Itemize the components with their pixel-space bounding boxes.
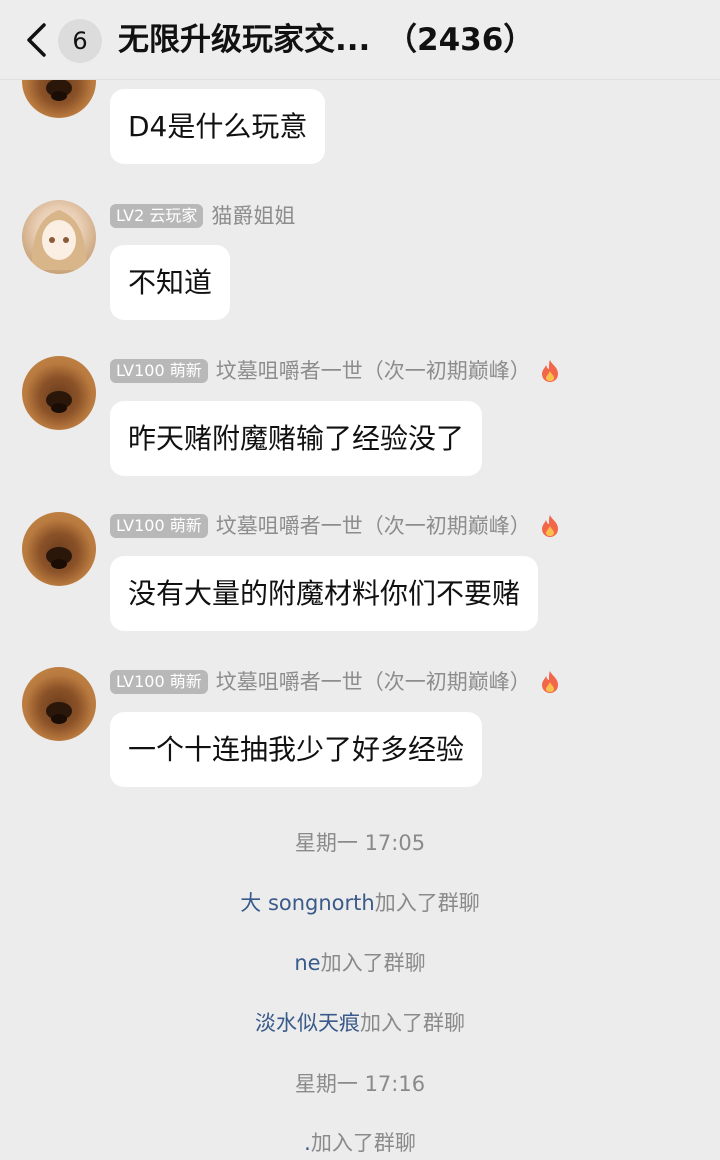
back-chevron-icon[interactable] — [22, 22, 52, 58]
avatar[interactable] — [22, 512, 96, 586]
sender-name[interactable]: 坟墓咀嚼者一世（次一初期巅峰） — [216, 357, 531, 385]
join-text: 加入了群聊 — [374, 891, 480, 915]
sender-meta: LV100 萌新 坟墓咀嚼者一世（次一初期巅峰） — [110, 512, 561, 540]
sender-meta: LV2 云玩家 猫爵姐姐 — [110, 202, 295, 230]
dog-avatar-icon — [46, 391, 72, 413]
unread-count-badge[interactable]: 6 — [58, 19, 102, 63]
timestamp: 星期一 17:16 — [294, 1072, 426, 1096]
join-notice: 大 songnorth加入了群聊 — [0, 888, 720, 918]
fire-icon — [541, 360, 558, 382]
sender-meta: LV100 萌新 坟墓咀嚼者一世（次一初期巅峰） — [110, 357, 561, 385]
timestamp: 星期一 17:05 — [294, 831, 426, 855]
dog-avatar-icon — [46, 702, 72, 724]
avatar[interactable] — [22, 667, 96, 741]
join-notice: 淡水似天痕加入了群聊 — [0, 1008, 720, 1038]
message-bubble[interactable]: D4是什么玩意 — [110, 89, 326, 164]
level-badge: LV2 云玩家 — [110, 204, 204, 228]
anime-girl-avatar-icon — [31, 210, 87, 270]
sender-meta: LV100 萌新 坟墓咀嚼者一世（次一初期巅峰） — [110, 668, 561, 696]
level-badge: LV100 萌新 — [110, 359, 208, 383]
avatar[interactable] — [22, 200, 96, 274]
fire-icon — [541, 671, 558, 693]
message-bubble[interactable]: 一个十连抽我少了好多经验 — [110, 712, 483, 787]
joined-user-name[interactable]: 淡水似天痕 — [255, 1011, 360, 1035]
message-bubble[interactable]: 不知道 — [110, 245, 231, 320]
message-bubble[interactable]: 没有大量的附魔材料你们不要赌 — [110, 556, 539, 631]
sender-name[interactable]: 坟墓咀嚼者一世（次一初期巅峰） — [216, 668, 531, 696]
join-text: 加入了群聊 — [320, 951, 426, 975]
joined-user-name[interactable]: . — [304, 1131, 311, 1155]
avatar[interactable] — [22, 356, 96, 430]
sender-name[interactable]: 坟墓咀嚼者一世（次一初期巅峰） — [216, 512, 531, 540]
dog-avatar-icon — [46, 547, 72, 569]
join-text: 加入了群聊 — [310, 1131, 416, 1155]
message-bubble[interactable]: 昨天赌附魔赌输了经验没了 — [110, 401, 483, 476]
level-badge: LV100 萌新 — [110, 514, 208, 538]
chat-header: 6 无限升级玩家交... （2436） — [0, 0, 720, 80]
join-text: 加入了群聊 — [360, 1011, 465, 1035]
level-badge: LV100 萌新 — [110, 670, 208, 694]
joined-user-name[interactable]: ne — [294, 951, 320, 975]
join-notice: ne加入了群聊 — [0, 948, 720, 978]
joined-user-name[interactable]: 大 songnorth — [240, 891, 374, 915]
group-title[interactable]: 无限升级玩家交... — [118, 18, 370, 62]
join-notice: .加入了群聊 — [0, 1128, 720, 1158]
fire-icon — [541, 515, 558, 537]
group-member-count[interactable]: （2436） — [386, 18, 534, 62]
sender-name[interactable]: 猫爵姐姐 — [211, 202, 295, 230]
